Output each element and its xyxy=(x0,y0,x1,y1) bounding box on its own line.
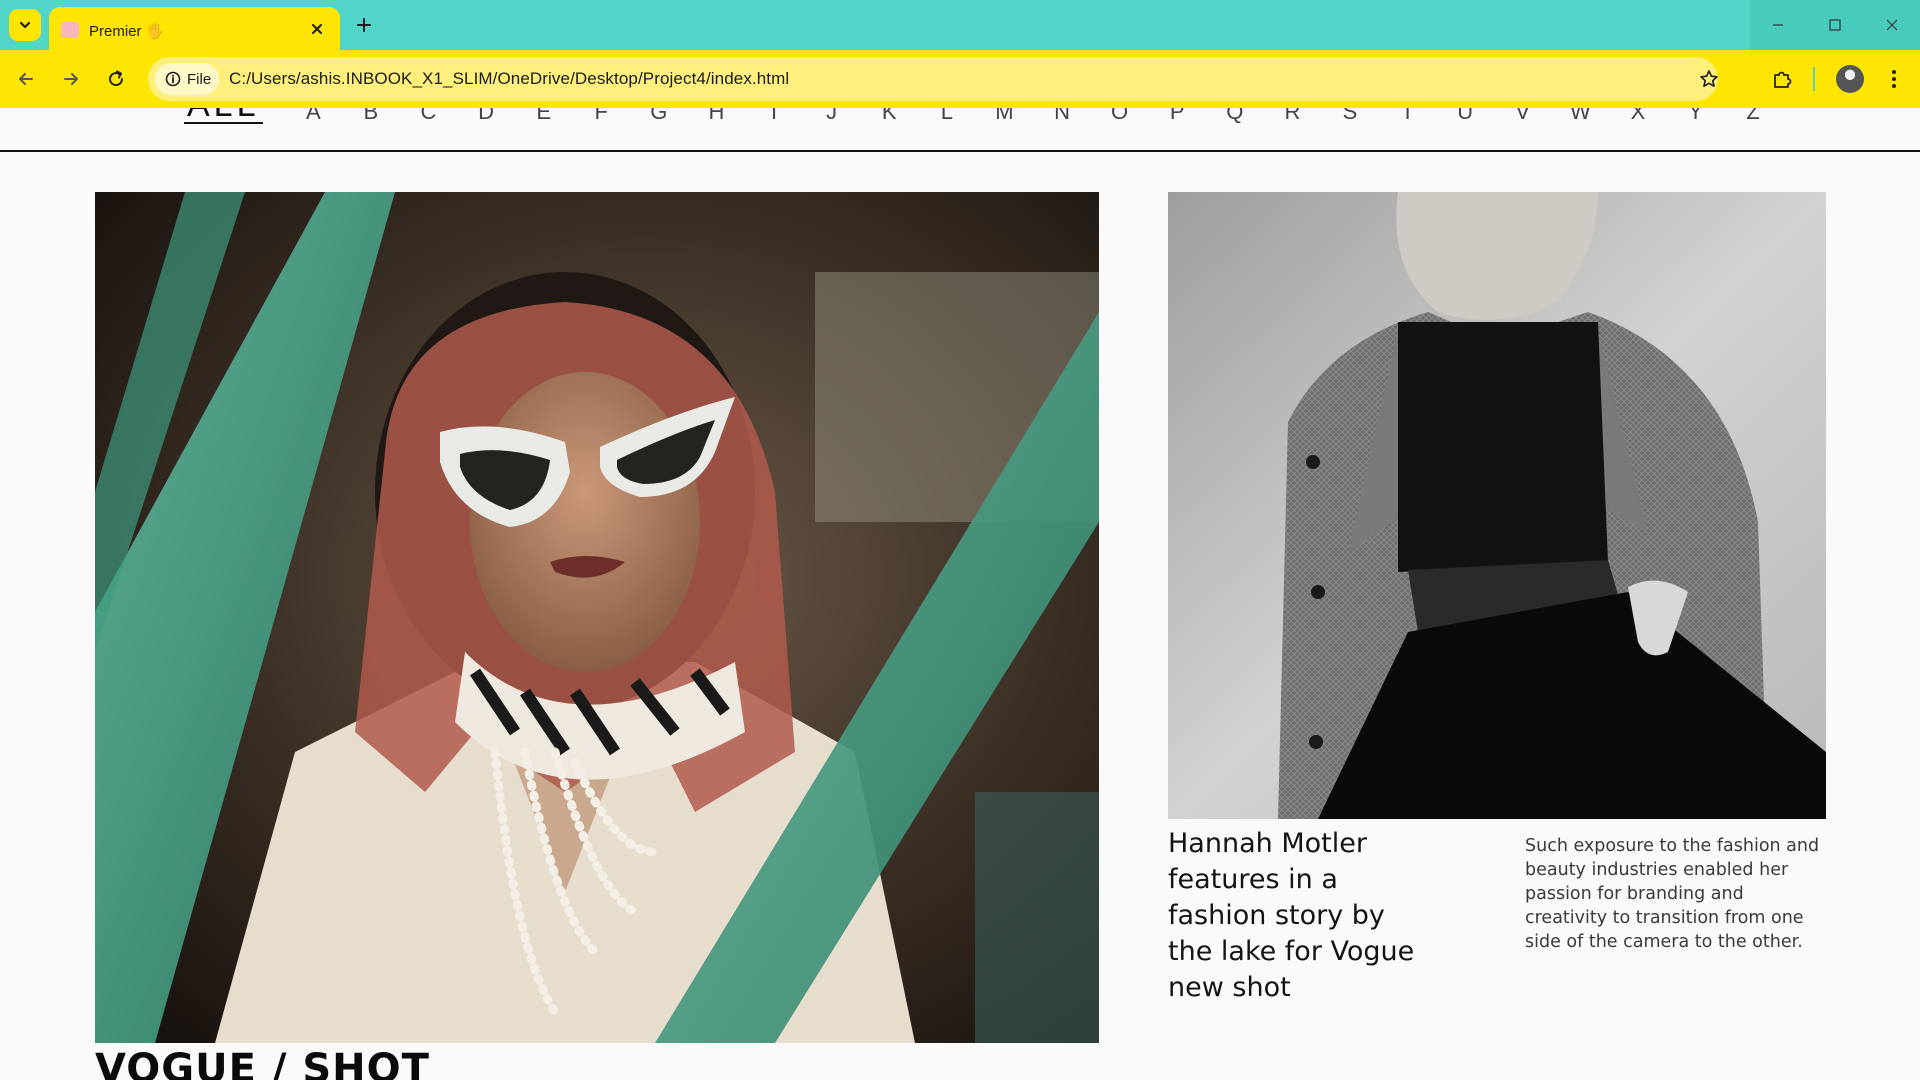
browser-menu-button[interactable] xyxy=(1880,65,1908,93)
address-bar[interactable]: File C:/Users/ashis.INBOOK_X1_SLIM/OneDr… xyxy=(148,57,1718,101)
filter-letter-q[interactable]: Q xyxy=(1206,108,1264,124)
filter-letter-p[interactable]: P xyxy=(1148,108,1206,124)
filter-letter-o[interactable]: O xyxy=(1091,108,1149,124)
maximize-button[interactable] xyxy=(1807,0,1864,50)
feature-image xyxy=(1168,192,1826,819)
feature-headline: Hannah Motler features in a fashion stor… xyxy=(1168,828,1415,1003)
filter-letter-v[interactable]: V xyxy=(1494,108,1552,124)
info-icon xyxy=(165,71,181,87)
filter-letter-b[interactable]: B xyxy=(342,108,400,124)
arrow-right-icon xyxy=(64,73,78,85)
tab-title: Premier 🖐 xyxy=(89,23,165,40)
filter-letter-l[interactable]: L xyxy=(918,108,976,124)
filter-letter-y[interactable]: Y xyxy=(1667,108,1725,124)
reload-button[interactable] xyxy=(102,65,130,93)
filter-letter-u[interactable]: U xyxy=(1436,108,1494,124)
filter-letter-m[interactable]: M xyxy=(976,108,1034,124)
maximize-icon xyxy=(1829,19,1841,31)
filter-letter-x[interactable]: X xyxy=(1609,108,1667,124)
reload-icon xyxy=(109,70,124,87)
filter-letter-d[interactable]: D xyxy=(457,108,515,124)
arrow-left-icon xyxy=(19,73,33,85)
header-divider xyxy=(0,150,1920,152)
filter-all-link[interactable]: ALL xyxy=(184,108,263,124)
filter-letter-n[interactable]: N xyxy=(1033,108,1091,124)
back-button[interactable] xyxy=(12,65,40,93)
close-icon xyxy=(312,24,322,34)
filter-letter-h[interactable]: H xyxy=(688,108,746,124)
feature-photo xyxy=(1168,192,1826,819)
browser-tab-active[interactable]: Premier 🖐 xyxy=(49,7,340,50)
feature-body-text: Such exposure to the fashion and beauty … xyxy=(1525,836,1820,952)
filter-letter-i[interactable]: I xyxy=(745,108,803,124)
forward-button[interactable] xyxy=(57,65,85,93)
filter-letter-j[interactable]: J xyxy=(803,108,861,124)
filter-letter-g[interactable]: G xyxy=(630,108,688,124)
star-icon xyxy=(1700,70,1718,88)
site-info-label: File xyxy=(187,70,212,88)
filter-letter-f[interactable]: F xyxy=(572,108,630,124)
filter-letter-c[interactable]: C xyxy=(400,108,458,124)
filter-letter-k[interactable]: K xyxy=(860,108,918,124)
window-controls xyxy=(1750,0,1920,50)
close-icon xyxy=(1886,19,1898,31)
filter-letter-t[interactable]: T xyxy=(1379,108,1437,124)
filter-letter-e[interactable]: E xyxy=(515,108,573,124)
puzzle-icon xyxy=(1774,71,1792,88)
chevron-down-icon xyxy=(19,21,31,29)
filter-letter-w[interactable]: W xyxy=(1552,108,1610,124)
hero-image xyxy=(95,192,1099,1043)
filter-letter-z[interactable]: Z xyxy=(1724,108,1782,124)
extensions-button[interactable] xyxy=(1768,65,1796,93)
minimize-button[interactable] xyxy=(1750,0,1807,50)
url-text[interactable]: C:/Users/ashis.INBOOK_X1_SLIM/OneDrive/D… xyxy=(229,69,789,89)
alphabet-filter-nav: ALL ABCDEFGHIJKLMNOPQRSTUVWXYZ xyxy=(184,108,1782,124)
profile-avatar[interactable] xyxy=(1836,65,1864,93)
filter-letter-a[interactable]: A xyxy=(285,108,343,124)
plus-icon xyxy=(357,18,371,32)
bookmark-star-button[interactable] xyxy=(1696,66,1722,92)
site-info-button[interactable]: File xyxy=(155,63,219,95)
tab-close-button[interactable] xyxy=(307,19,327,39)
minimize-icon xyxy=(1773,24,1784,26)
browser-toolbar: File C:/Users/ashis.INBOOK_X1_SLIM/OneDr… xyxy=(0,50,1920,108)
filter-letter-r[interactable]: R xyxy=(1264,108,1322,124)
tab-favicon-icon xyxy=(61,22,79,38)
more-vertical-icon xyxy=(1892,70,1896,88)
tab-bar: Premier 🖐 xyxy=(0,0,1920,50)
close-window-button[interactable] xyxy=(1863,0,1920,50)
filter-letter-s[interactable]: S xyxy=(1321,108,1379,124)
new-tab-button[interactable] xyxy=(352,13,376,37)
tab-search-button[interactable] xyxy=(9,9,41,41)
toolbar-divider xyxy=(1813,67,1815,91)
hero-photo xyxy=(95,192,1099,1043)
hero-title: VOGUE / SHOT xyxy=(95,1046,430,1080)
page-content: ALL ABCDEFGHIJKLMNOPQRSTUVWXYZ xyxy=(0,108,1920,1080)
